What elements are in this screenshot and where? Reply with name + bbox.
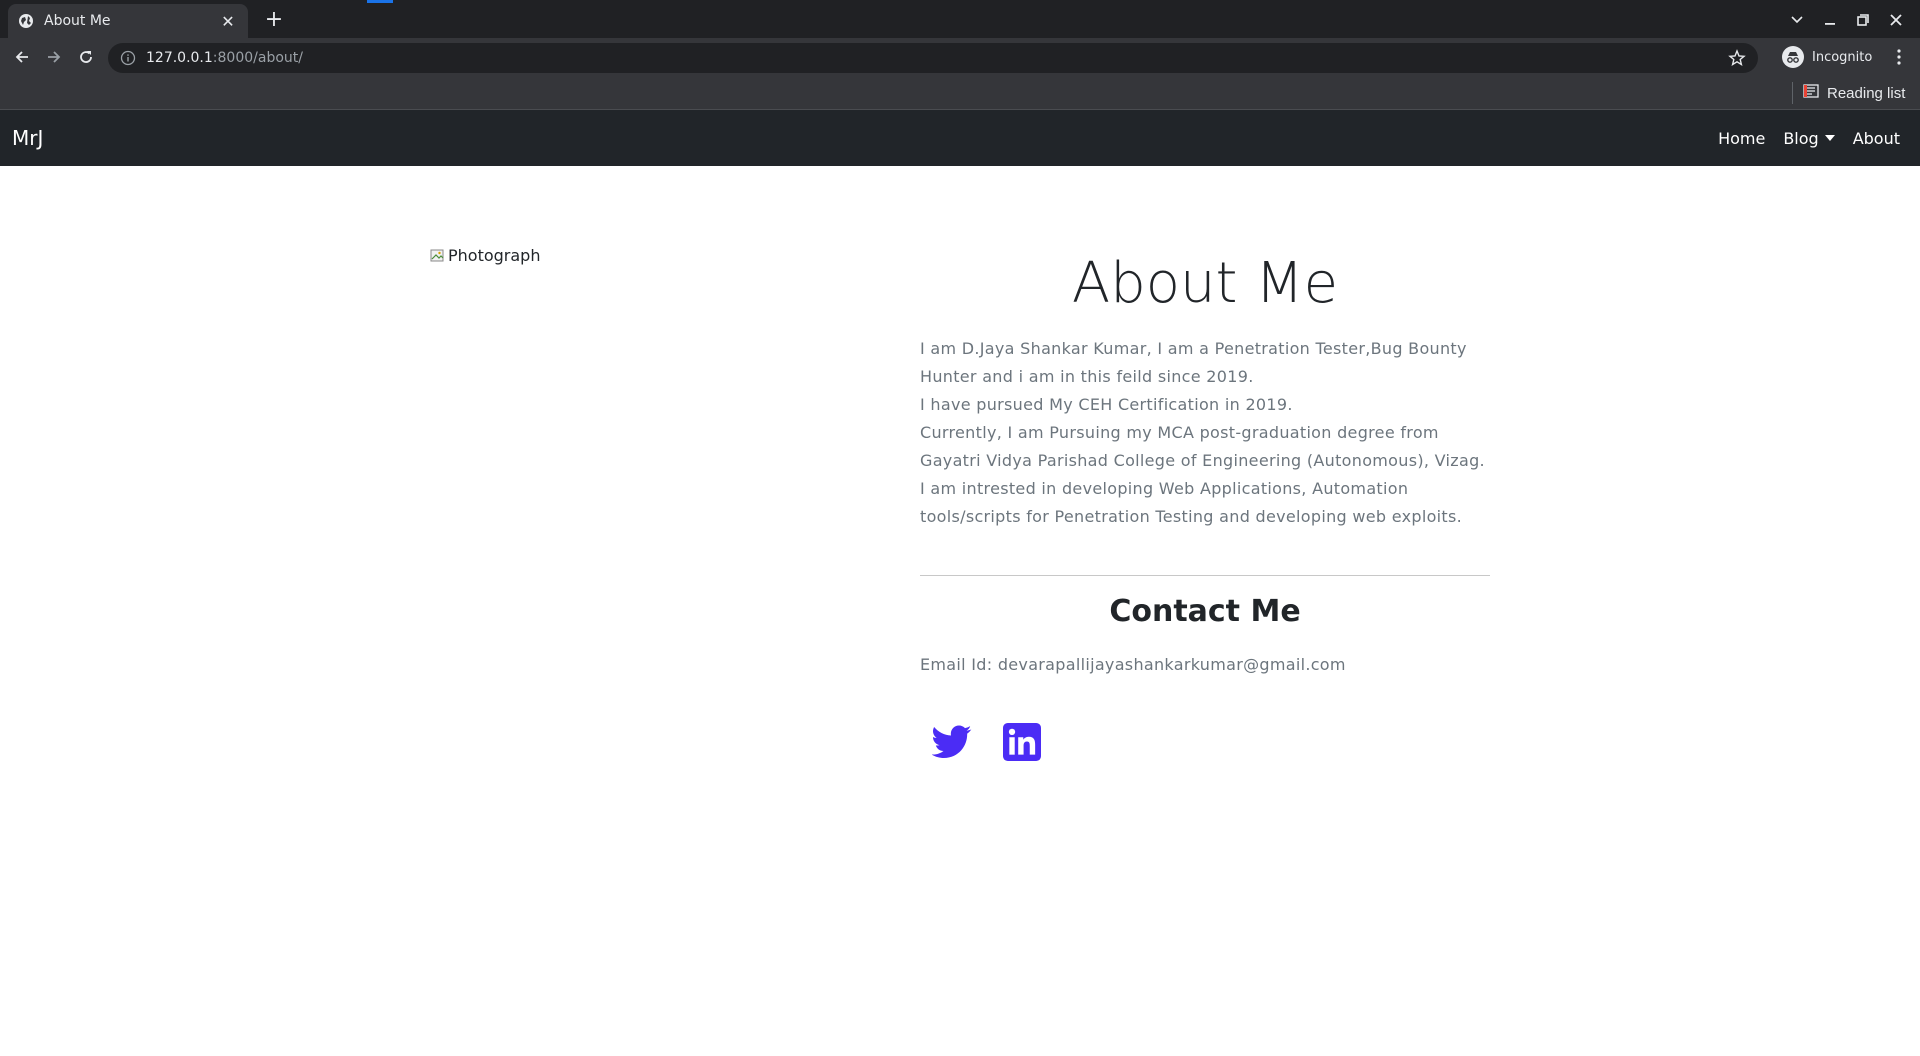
bio-paragraph: I am D.Jaya Shankar Kumar, I am a Penetr… [920,339,1467,387]
back-icon[interactable] [6,41,38,73]
menu-kebab-icon[interactable] [1888,46,1910,68]
globe-icon [18,13,34,29]
url-path: :8000/about/ [212,50,303,66]
tab-search-icon[interactable] [1780,8,1813,32]
incognito-indicator[interactable]: Incognito [1782,43,1872,71]
linkedin-icon [1003,723,1041,762]
nav-link-blog-label: Blog [1783,128,1819,148]
navbar-brand[interactable]: MrJ [12,126,43,150]
browser-toolbar: 127.0.0.1:8000/about/ Incognito [0,38,1920,76]
tab-title: About Me [44,13,111,29]
contact-email: Email Id: devarapallijayashankarkumar@gm… [920,655,1346,675]
nav-link-about-label: About [1852,128,1900,148]
profile-photo: Photograph [430,246,540,265]
about-section: About Me I am D.Jaya Shankar Kumar, I am… [920,250,1490,764]
photo-alt-text: Photograph [448,246,541,265]
about-title: About Me [1071,251,1339,316]
linkedin-link[interactable] [1000,720,1044,764]
nav-link-home[interactable]: Home [1718,129,1765,148]
caret-down-icon [1824,135,1835,141]
nav-links: Home Blog About [1718,110,1900,166]
reading-list-label: Reading list [1827,84,1906,102]
address-bar[interactable]: 127.0.0.1:8000/about/ [108,43,1758,73]
bookmark-star-icon[interactable] [1728,49,1746,67]
nav-link-about[interactable]: About [1853,129,1900,148]
about-bio: I am D.Jaya Shankar Kumar, I am a Penetr… [920,335,1490,531]
section-divider [920,575,1490,577]
reading-list-button[interactable]: Reading list [1792,82,1905,104]
twitter-link[interactable] [930,720,974,764]
incognito-label: Incognito [1812,49,1873,65]
nav-link-home-label: Home [1718,128,1766,148]
restore-icon[interactable] [1846,8,1879,32]
close-window-icon[interactable] [1879,8,1912,32]
window-controls [1780,8,1912,32]
forward-icon[interactable] [38,41,70,73]
site-navbar: MrJ Home Blog About [0,110,1920,166]
contact-title: Contact Me [1109,594,1301,630]
tab-strip-accent [367,0,393,3]
social-links [930,720,1490,764]
twitter-icon [932,725,972,759]
browser-tab[interactable]: About Me ✕ [8,4,248,38]
bio-paragraph: I am intrested in developing Web Applica… [920,479,1463,527]
broken-image-icon [430,248,446,264]
browser-chrome: About Me ✕ + 127.0.0.1:8000/about/ Inco… [0,0,1920,110]
tab-strip: About Me ✕ + [0,0,1920,38]
bookmarks-bar: Reading list [0,76,1920,110]
minimize-icon[interactable] [1813,8,1846,32]
reading-list-icon [1803,83,1819,103]
nav-dropdown-blog[interactable]: Blog [1783,128,1835,148]
close-tab-icon[interactable]: ✕ [218,11,238,31]
url-host: 127.0.0.1 [146,50,213,66]
reload-icon[interactable] [70,41,102,73]
bio-paragraph: Currently, I am Pursuing my MCA post-gra… [920,423,1485,471]
bio-paragraph: I have pursued My CEH Certification in 2… [920,395,1293,415]
incognito-icon [1782,46,1804,68]
new-tab-button[interactable]: + [260,8,288,32]
info-icon[interactable] [120,50,136,66]
